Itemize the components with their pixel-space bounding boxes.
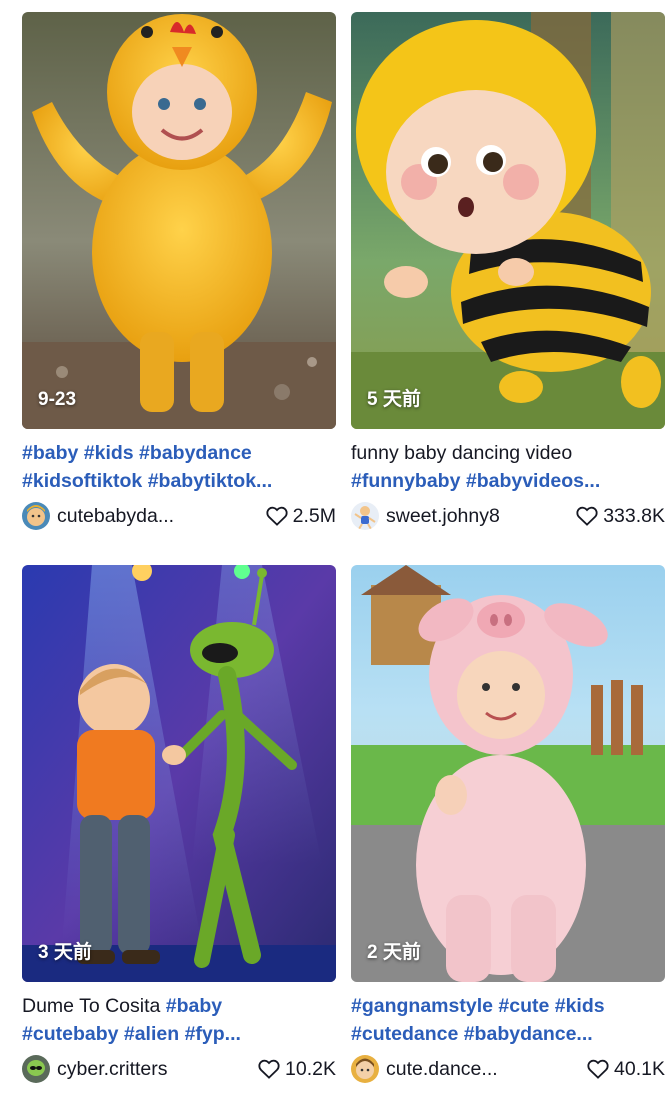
heart-icon xyxy=(258,1059,280,1079)
like-count-text: 333.8K xyxy=(603,504,665,527)
heart-icon xyxy=(266,506,288,526)
caption-line[interactable]: #funnybaby #babyvideos... xyxy=(351,467,665,495)
video-caption[interactable]: #gangnamstyle #cute #kids #cutedance #ba… xyxy=(351,992,665,1048)
caption-text: Dume To Cosita xyxy=(22,995,166,1017)
video-grid: 9-23 #baby #kids #babydance #kidsoftikto… xyxy=(0,0,672,1097)
video-meta: sweet.johny8 333.8K xyxy=(351,501,665,531)
caption-line[interactable]: #gangnamstyle #cute #kids xyxy=(351,992,665,1020)
author-link[interactable]: cutebabyda... xyxy=(22,502,174,530)
avatar[interactable] xyxy=(22,1055,50,1083)
caption-line[interactable]: Dume To Cosita #baby xyxy=(22,992,336,1020)
avatar[interactable] xyxy=(351,502,379,530)
caption-line[interactable]: #kidsoftiktok #babytiktok... xyxy=(22,467,336,495)
author-link[interactable]: sweet.johny8 xyxy=(351,502,500,530)
author-link[interactable]: cyber.critters xyxy=(22,1055,168,1083)
video-meta: cute.dance... 40.1K xyxy=(351,1054,665,1084)
caption-hashtag[interactable]: #baby xyxy=(166,995,222,1017)
video-card[interactable]: 9-23 #baby #kids #babydance #kidsoftikto… xyxy=(22,12,336,531)
video-card[interactable]: 5 天前 funny baby dancing video #funnybaby… xyxy=(351,12,665,531)
baby-and-alien-dancing-image xyxy=(22,565,336,982)
video-card[interactable]: 2 天前 #gangnamstyle #cute #kids #cutedanc… xyxy=(351,565,665,1084)
baby-avatar-icon xyxy=(351,1055,379,1083)
like-count: 40.1K xyxy=(587,1058,665,1081)
author-name[interactable]: sweet.johny8 xyxy=(386,505,500,528)
video-caption[interactable]: funny baby dancing video #funnybaby #bab… xyxy=(351,439,665,495)
video-thumbnail[interactable]: 9-23 xyxy=(22,12,336,429)
like-count: 333.8K xyxy=(576,505,665,528)
like-count: 10.2K xyxy=(258,1058,336,1081)
dancing-baby-avatar-icon xyxy=(351,502,379,530)
video-meta: cyber.critters 10.2K xyxy=(22,1054,336,1084)
caption-line[interactable]: #baby #kids #babydance xyxy=(22,439,336,467)
author-name[interactable]: cute.dance... xyxy=(386,1058,498,1081)
avatar[interactable] xyxy=(351,1055,379,1083)
post-date-badge: 3 天前 xyxy=(38,942,92,963)
heart-icon xyxy=(587,1059,609,1079)
like-count-text: 2.5M xyxy=(292,504,336,527)
like-count-text: 10.2K xyxy=(285,1057,336,1080)
author-link[interactable]: cute.dance... xyxy=(351,1055,498,1083)
baby-bee-costume-image xyxy=(351,12,665,429)
video-card[interactable]: 3 天前 Dume To Cosita #baby #cutebaby #ali… xyxy=(22,565,336,1084)
post-date-badge: 5 天前 xyxy=(367,389,421,410)
baby-chicken-costume-image xyxy=(22,12,336,429)
video-thumbnail[interactable]: 5 天前 xyxy=(351,12,665,429)
video-caption[interactable]: Dume To Cosita #baby #cutebaby #alien #f… xyxy=(22,992,336,1048)
post-date-badge: 2 天前 xyxy=(367,942,421,963)
caption-line[interactable]: #cutebaby #alien #fyp... xyxy=(22,1020,336,1048)
like-count-text: 40.1K xyxy=(614,1057,665,1080)
author-name[interactable]: cyber.critters xyxy=(57,1058,168,1081)
video-thumbnail[interactable]: 2 天前 xyxy=(351,565,665,982)
author-name[interactable]: cutebabyda... xyxy=(57,505,174,528)
caption-line[interactable]: funny baby dancing video xyxy=(351,439,665,467)
avatar[interactable] xyxy=(22,502,50,530)
video-caption[interactable]: #baby #kids #babydance #kidsoftiktok #ba… xyxy=(22,439,336,495)
heart-icon xyxy=(576,506,598,526)
like-count: 2.5M xyxy=(266,505,336,528)
baby-avatar-icon xyxy=(22,502,50,530)
caption-line[interactable]: #cutedance #babydance... xyxy=(351,1020,665,1048)
post-date-badge: 9-23 xyxy=(38,389,77,410)
video-meta: cutebabyda... 2.5M xyxy=(22,501,336,531)
alien-avatar-icon xyxy=(22,1055,50,1083)
video-thumbnail[interactable]: 3 天前 xyxy=(22,565,336,982)
baby-pig-costume-image xyxy=(351,565,665,982)
